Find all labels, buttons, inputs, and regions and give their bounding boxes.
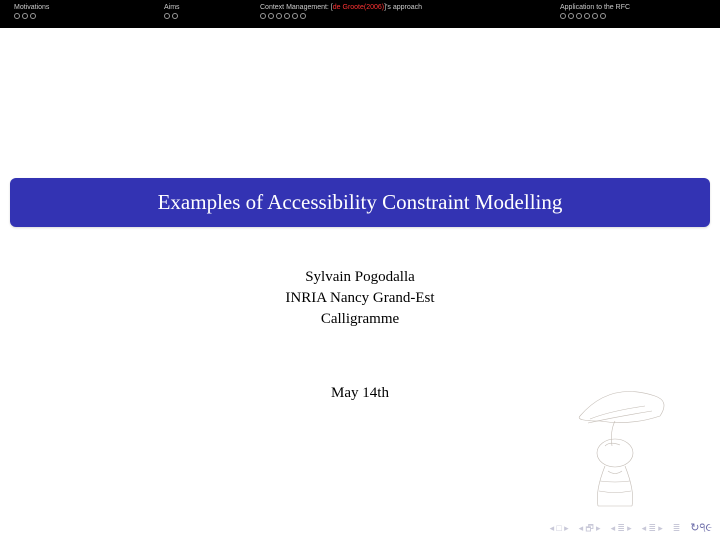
author-block: Sylvain Pogodalla INRIA Nancy Grand-Est … (0, 267, 720, 330)
nav-slide-first-icon[interactable]: ◂ □ ▸ (550, 524, 569, 533)
author-affiliation: INRIA Nancy Grand-Est (0, 288, 720, 309)
nav-refresh-icon[interactable]: ↻੧૯ (690, 521, 712, 535)
beamer-footer-nav: ◂ □ ▸ ◂ 🗗 ▸ ◂ ≣ ▸ ◂ ≣ ▸ ≣ ↻੧૯ (550, 521, 712, 535)
nav-section-motivations[interactable]: Motivations (14, 4, 164, 19)
nav-section-application[interactable]: Application to the RFC (560, 4, 710, 19)
calligramme-logo (560, 371, 680, 511)
beamer-navbar: Motivations Aims Context Management: [de… (0, 0, 720, 28)
nav-frame-icon[interactable]: ◂ 🗗 ▸ (579, 524, 601, 533)
nav-section-fwd-icon[interactable]: ◂ ≣ ▸ (642, 524, 663, 533)
nav-progress-dots (560, 13, 710, 19)
author-name: Sylvain Pogodalla (0, 267, 720, 288)
nav-citation: de Groote(2006) (333, 4, 384, 11)
author-group: Calligramme (0, 309, 720, 330)
nav-progress-dots (14, 13, 164, 19)
nav-label-post: ]'s approach (384, 4, 422, 11)
nav-progress-dots (260, 13, 560, 19)
nav-progress-dots (164, 13, 260, 19)
nav-mode-icon[interactable]: ≣ (673, 524, 681, 533)
nav-section-aims[interactable]: Aims (164, 4, 260, 19)
nav-label: Motivations (14, 4, 49, 11)
presentation-title: Examples of Accessibility Constraint Mod… (30, 190, 690, 215)
nav-label: Aims (164, 4, 180, 11)
nav-section-context[interactable]: Context Management: [de Groote(2006)]'s … (260, 4, 560, 19)
nav-label: Application to the RFC (560, 4, 630, 11)
nav-section-back-icon[interactable]: ◂ ≣ ▸ (611, 524, 632, 533)
nav-label-pre: Context Management: [ (260, 4, 333, 11)
title-box: Examples of Accessibility Constraint Mod… (10, 178, 710, 227)
